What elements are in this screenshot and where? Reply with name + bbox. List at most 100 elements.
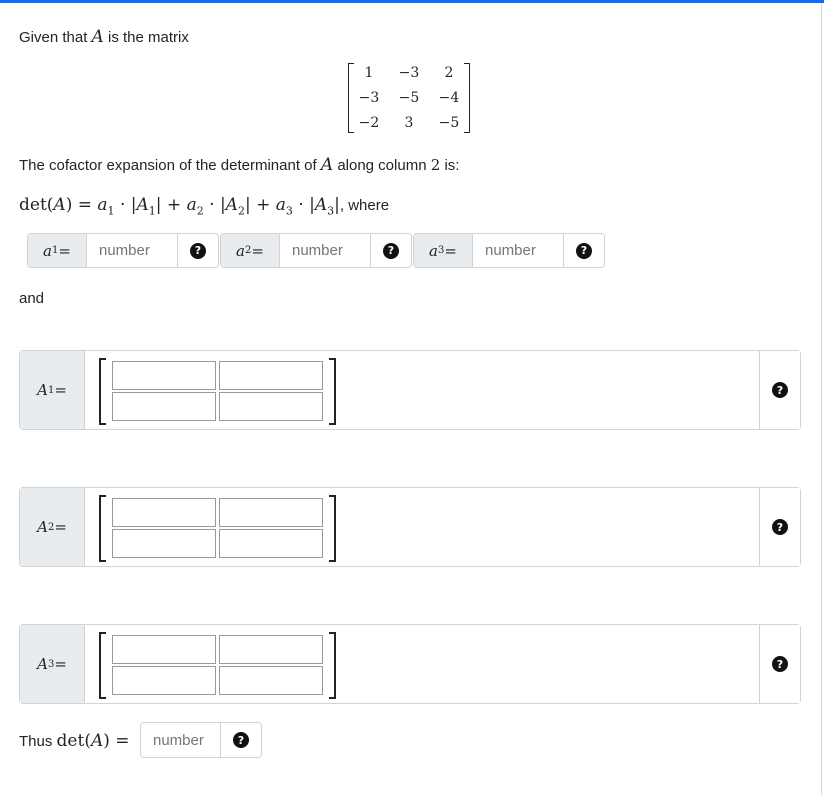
a1-input-group: a1 = ? xyxy=(27,233,219,268)
page-right-border xyxy=(821,3,822,795)
formula-sub: 1 xyxy=(148,204,156,218)
formula-plus: + xyxy=(250,195,276,215)
matrix-entry-input[interactable] xyxy=(219,498,323,527)
matrix-entry-input[interactable] xyxy=(219,361,323,390)
a1-label: a1 = xyxy=(28,234,87,267)
a3-label: a3 = xyxy=(414,234,473,267)
a1-minor-label: A1 = xyxy=(20,351,85,429)
matrix-entry-input[interactable] xyxy=(219,392,323,421)
final-a: A xyxy=(90,731,104,751)
label-var: a xyxy=(43,241,52,260)
a3-minor-matrix xyxy=(85,625,759,703)
label-var: A xyxy=(37,381,48,399)
matrix-cell: −4 xyxy=(438,90,460,106)
formula-dot: · xyxy=(292,195,310,215)
a3-input[interactable] xyxy=(473,234,564,267)
intro-suffix: is the matrix xyxy=(108,29,189,46)
formula-equals: = xyxy=(72,195,98,215)
given-matrix: 1 −3 2 −3 −5 −4 −2 3 −5 xyxy=(348,63,470,133)
final-det: det xyxy=(56,731,85,751)
a3-minor-help-button[interactable]: ? xyxy=(759,625,800,703)
question-circle-icon[interactable]: ? xyxy=(576,242,592,259)
a1-help-button[interactable]: ? xyxy=(178,234,218,267)
final-paren: ) xyxy=(103,731,110,751)
label-var: A xyxy=(37,655,48,673)
matrix-cell: 1 xyxy=(364,65,374,81)
and-text: and xyxy=(19,290,45,307)
formula-plus: + xyxy=(161,195,187,215)
matrix-entry-input[interactable] xyxy=(112,529,216,558)
matrix-cell: −2 xyxy=(358,115,380,131)
statement-suffix: is: xyxy=(444,157,460,174)
label-var: a xyxy=(236,241,245,260)
statement-column: 2 xyxy=(430,156,441,174)
matrix-entry-input[interactable] xyxy=(112,498,216,527)
formula-where: , where xyxy=(339,197,390,214)
statement-prefix: The cofactor expansion of the determinan… xyxy=(19,157,317,174)
matrix-entry-input[interactable] xyxy=(219,529,323,558)
a1-minor-help-button[interactable]: ? xyxy=(759,351,800,429)
question-circle-icon[interactable]: ? xyxy=(772,519,788,535)
formula-coef: a xyxy=(275,195,286,215)
cofactor-statement: The cofactor expansion of the determinan… xyxy=(19,155,459,175)
det-input-group: ? xyxy=(140,722,262,758)
formula-sub: 2 xyxy=(196,204,204,218)
a2-input[interactable] xyxy=(280,234,371,267)
final-equals: = xyxy=(109,731,130,751)
det-input[interactable] xyxy=(141,723,221,757)
formula-sub: 1 xyxy=(107,204,115,218)
intro-var: A xyxy=(91,27,104,47)
question-circle-icon[interactable]: ? xyxy=(233,732,249,748)
a3-input-group: a3 = ? xyxy=(413,233,605,268)
question-circle-icon[interactable]: ? xyxy=(772,382,788,398)
matrix-entry-input[interactable] xyxy=(112,666,216,695)
a2-minor-group: A2 = ? xyxy=(19,487,801,567)
top-accent-bar xyxy=(0,0,824,3)
bracket-right xyxy=(329,495,336,562)
a2-minor-matrix xyxy=(85,488,759,566)
a3-minor-group: A3 = ? xyxy=(19,624,801,704)
a1-minor-group: A1 = ? xyxy=(19,350,801,430)
formula-minor: A xyxy=(225,195,238,215)
matrix-cell: −3 xyxy=(358,90,380,106)
question-circle-icon[interactable]: ? xyxy=(190,242,206,259)
matrix-entry-input[interactable] xyxy=(219,635,323,664)
a2-help-button[interactable]: ? xyxy=(371,234,411,267)
matrix-entry-input[interactable] xyxy=(112,392,216,421)
label-eq: = xyxy=(54,655,67,673)
label-eq: = xyxy=(444,241,457,260)
final-prefix: Thus xyxy=(19,733,53,750)
a1-minor-matrix xyxy=(85,351,759,429)
det-help-button[interactable]: ? xyxy=(221,723,261,757)
final-statement: Thus det(A) = xyxy=(19,731,130,751)
label-eq: = xyxy=(54,518,67,536)
bracket-right xyxy=(329,358,336,425)
a3-minor-label: A3 = xyxy=(20,625,85,703)
matrix-entry-input[interactable] xyxy=(112,361,216,390)
question-circle-icon[interactable]: ? xyxy=(772,656,788,672)
intro-prefix: Given that xyxy=(19,29,88,46)
statement-middle: along column xyxy=(337,157,427,174)
formula-sub: 3 xyxy=(285,204,293,218)
matrix-cell: −5 xyxy=(438,115,460,131)
label-eq: = xyxy=(251,241,264,260)
matrix-entry-input[interactable] xyxy=(112,635,216,664)
a2-minor-help-button[interactable]: ? xyxy=(759,488,800,566)
matrix-entry-input[interactable] xyxy=(219,666,323,695)
a2-minor-label: A2 = xyxy=(20,488,85,566)
final-paren: ( xyxy=(84,731,91,751)
formula-minor: A xyxy=(314,195,328,215)
a2-label: a2 = xyxy=(221,234,280,267)
cofactor-formula: det(A) = a1 · |A1| + a2 · |A2| + a3 · |A… xyxy=(19,195,389,217)
label-var: A xyxy=(37,518,48,536)
formula-dot: · xyxy=(203,195,220,215)
question-circle-icon[interactable]: ? xyxy=(383,242,399,259)
bracket-left xyxy=(99,632,106,699)
a1-input[interactable] xyxy=(87,234,178,267)
formula-coef: a xyxy=(97,195,108,215)
formula-det: det xyxy=(19,195,47,215)
formula-dot: · xyxy=(114,195,131,215)
intro-text: Given that A is the matrix xyxy=(19,27,189,47)
a3-help-button[interactable]: ? xyxy=(564,234,604,267)
statement-var: A xyxy=(320,155,334,175)
